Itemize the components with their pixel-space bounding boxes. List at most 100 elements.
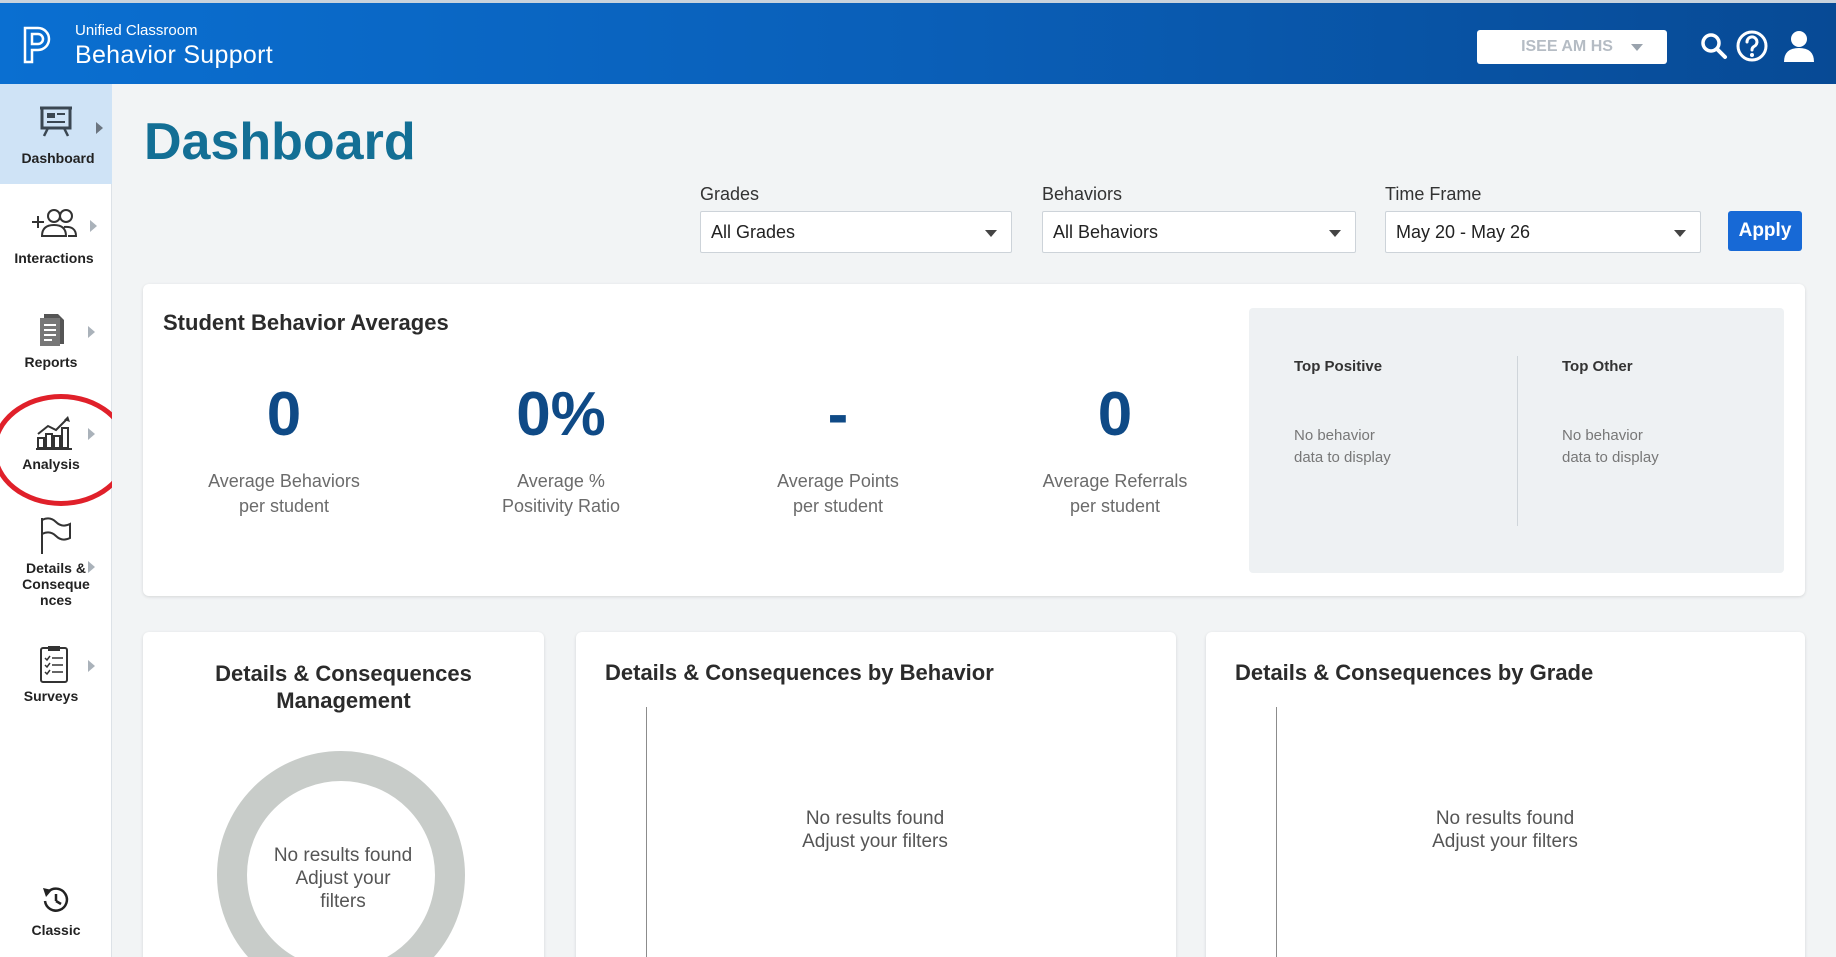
sidebar-item-classic[interactable]: Classic xyxy=(0,884,122,954)
student-behavior-averages-card: Student Behavior Averages 0 Average Beha… xyxy=(143,284,1805,596)
chevron-down-icon xyxy=(1329,230,1341,237)
metric-label-line: per student xyxy=(238,496,330,516)
empty-line: No results found xyxy=(1435,808,1575,829)
metric-label: Average % Positivity Ratio xyxy=(431,469,691,519)
chevron-right-icon xyxy=(90,220,97,232)
card-title-line: Details & Consequences xyxy=(215,661,472,686)
grades-label: Grades xyxy=(700,184,760,204)
empty-state-message: No results found Adjust your filters xyxy=(213,844,473,913)
empty-state-message: No results found Adjust your filters xyxy=(1375,807,1635,853)
metric-value: 0 xyxy=(266,380,302,449)
chevron-down-icon xyxy=(985,230,997,237)
empty-line: Adjust your xyxy=(295,868,391,889)
brand-title: Behavior Support xyxy=(75,41,273,69)
presentation-board-icon xyxy=(40,106,72,137)
top-other-title: Top Other xyxy=(1562,358,1633,375)
timeframe-select[interactable]: May 20 - May 26 xyxy=(1385,211,1701,253)
metric-positivity-ratio: 0% Average % Positivity Ratio xyxy=(431,379,691,519)
chevron-right-icon xyxy=(88,660,95,672)
sidebar-item-label: Surveys xyxy=(23,688,79,704)
sidebar-item-surveys[interactable]: Surveys xyxy=(0,644,122,744)
card-title: Details & Consequences by Behavior xyxy=(605,660,994,685)
behaviors-select[interactable]: All Behaviors xyxy=(1042,211,1356,253)
document-icon xyxy=(40,314,64,346)
metric-label-line: Positivity Ratio xyxy=(501,496,621,516)
chevron-right-icon xyxy=(96,122,103,134)
metric-label-line: per student xyxy=(792,496,884,516)
sidebar: Dashboard Interactions Reports Analysis … xyxy=(0,84,122,957)
behaviors-label: Behaviors xyxy=(1042,184,1123,204)
chevron-down-icon xyxy=(1630,43,1643,51)
user-account-icon[interactable] xyxy=(1782,29,1816,63)
card-title-line: Management xyxy=(276,688,411,713)
metric-label-line: per student xyxy=(1069,496,1161,516)
metric-value: - xyxy=(827,380,849,449)
metric-label-line: Average % xyxy=(517,471,605,491)
main-content: Dashboard Grades All Grades Behaviors Al… xyxy=(112,84,1836,957)
metric-average-points: - Average Points per student xyxy=(708,379,968,519)
sidebar-item-dashboard[interactable]: Dashboard xyxy=(0,84,122,184)
history-icon xyxy=(43,887,69,912)
brand-subtitle: Unified Classroom xyxy=(75,22,198,39)
empty-line: No behavior xyxy=(1562,427,1643,444)
timeframe-label: Time Frame xyxy=(1385,184,1482,204)
metric-average-behaviors: 0 Average Behaviors per student xyxy=(154,379,414,519)
add-users-icon xyxy=(32,209,78,237)
empty-line: Adjust your filters xyxy=(1432,831,1578,852)
card-title: Student Behavior Averages xyxy=(163,310,449,335)
behaviors-select-value: All Behaviors xyxy=(1053,222,1159,242)
chart-axis-line xyxy=(646,707,647,957)
card-title: Details & Consequences Management xyxy=(143,660,544,714)
empty-line: No behavior xyxy=(1294,427,1375,444)
search-icon[interactable] xyxy=(1697,29,1731,63)
details-consequences-by-behavior-card: Details & Consequences by Behavior No re… xyxy=(576,632,1176,957)
top-positive-column: Top Positive No behavior data to display xyxy=(1294,358,1414,469)
details-consequences-management-card: Details & Consequences Management No res… xyxy=(143,632,544,957)
metric-label: Average Referrals per student xyxy=(985,469,1245,519)
metric-value: 0% xyxy=(516,380,606,449)
metric-label-line: Average Referrals xyxy=(1042,471,1188,491)
grades-select[interactable]: All Grades xyxy=(700,211,1012,253)
grades-select-value: All Grades xyxy=(711,222,796,242)
metric-label: Average Points per student xyxy=(708,469,968,519)
metric-label-line: Average Behaviors xyxy=(208,471,360,491)
details-consequences-by-grade-card: Details & Consequences by Grade No resul… xyxy=(1206,632,1805,957)
sidebar-item-label: Interactions xyxy=(14,250,94,266)
empty-line: Adjust your filters xyxy=(802,831,948,852)
top-positive-empty: No behavior data to display xyxy=(1294,425,1414,469)
help-icon[interactable] xyxy=(1735,29,1769,63)
metric-average-referrals: 0 Average Referrals per student xyxy=(985,379,1245,519)
apply-button[interactable]: Apply xyxy=(1728,211,1802,251)
empty-line: No results found xyxy=(805,808,945,829)
sidebar-item-interactions[interactable]: Interactions xyxy=(0,206,122,306)
metric-label: Average Behaviors per student xyxy=(154,469,414,519)
sidebar-item-details-consequences[interactable]: Details & Conseque nces xyxy=(0,516,122,628)
sidebar-item-label: Dashboard xyxy=(21,150,95,166)
empty-line: data to display xyxy=(1294,449,1391,466)
empty-state-message: No results found Adjust your filters xyxy=(745,807,1005,853)
top-header-bar: Unified Classroom Behavior Support ISEE … xyxy=(0,0,1836,84)
sidebar-item-label: Reports xyxy=(24,354,78,370)
page-title: Dashboard xyxy=(144,113,416,171)
top-other-column: Top Other No behavior data to display xyxy=(1562,358,1682,469)
top-behaviors-panel: Top Positive No behavior data to display… xyxy=(1249,308,1784,573)
school-selector-value: ISEE AM HS xyxy=(1521,38,1613,55)
top-positive-title: Top Positive xyxy=(1294,358,1383,375)
sidebar-item-label: Classic xyxy=(31,922,81,938)
card-title: Details & Consequences by Grade xyxy=(1235,660,1594,685)
empty-line: No results found xyxy=(273,845,413,866)
empty-line: filters xyxy=(320,891,366,912)
empty-line: data to display xyxy=(1562,449,1659,466)
metric-label-line: Average Points xyxy=(777,471,899,491)
school-selector[interactable]: ISEE AM HS xyxy=(1477,30,1667,64)
metric-value: 0 xyxy=(1097,380,1133,449)
sidebar-item-label: Details & Conseque nces xyxy=(22,560,90,608)
timeframe-select-value: May 20 - May 26 xyxy=(1396,222,1531,242)
clipboard-checklist-icon xyxy=(40,646,68,683)
powerschool-logo-icon xyxy=(23,26,51,64)
chevron-down-icon xyxy=(1674,230,1686,237)
chart-axis-line xyxy=(1276,707,1277,957)
flag-icon xyxy=(41,517,71,554)
chevron-right-icon xyxy=(88,326,95,338)
top-other-empty: No behavior data to display xyxy=(1562,425,1682,469)
